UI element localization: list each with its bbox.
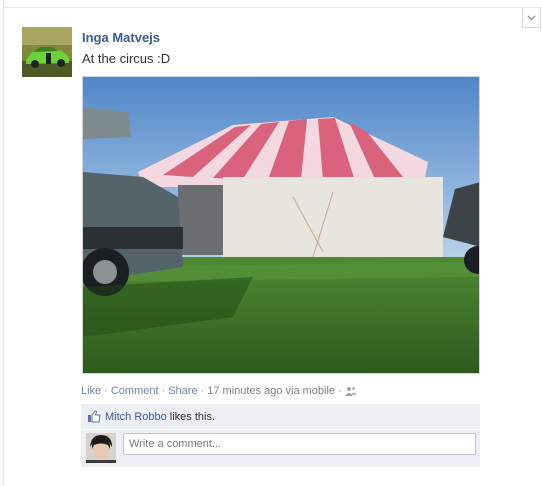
separator: · (338, 385, 342, 397)
status-text: At the circus :D (82, 51, 171, 66)
thumbs-up-icon (87, 410, 101, 423)
post-options-button[interactable] (522, 8, 541, 28)
friends-icon[interactable] (344, 386, 357, 396)
comment-link[interactable]: Comment (111, 385, 159, 397)
chevron-down-icon (527, 14, 536, 21)
comment-composer (81, 430, 480, 467)
post-timestamp[interactable]: 17 minutes ago via mobile (207, 385, 335, 397)
likes-text: likes this. (169, 410, 216, 423)
author-avatar[interactable] (22, 27, 72, 77)
comment-input[interactable] (123, 433, 476, 455)
liker-name[interactable]: Mitch Robbo (105, 411, 167, 423)
author-name[interactable]: Inga Matvejs (82, 30, 160, 45)
share-link[interactable]: Share (168, 385, 197, 397)
separator: · (104, 385, 108, 397)
separator: · (161, 385, 166, 397)
post-actions: Like · Comment · Share · 17 minutes ago … (81, 385, 357, 397)
commenter-avatar (86, 433, 116, 463)
like-link[interactable]: Like (81, 385, 101, 397)
feed-border-top (3, 7, 542, 8)
post-photo[interactable] (82, 76, 480, 374)
separator: · (200, 385, 205, 397)
likes-summary: Mitch Robbo likes this. (81, 404, 480, 429)
feed-border-left (3, 0, 4, 486)
